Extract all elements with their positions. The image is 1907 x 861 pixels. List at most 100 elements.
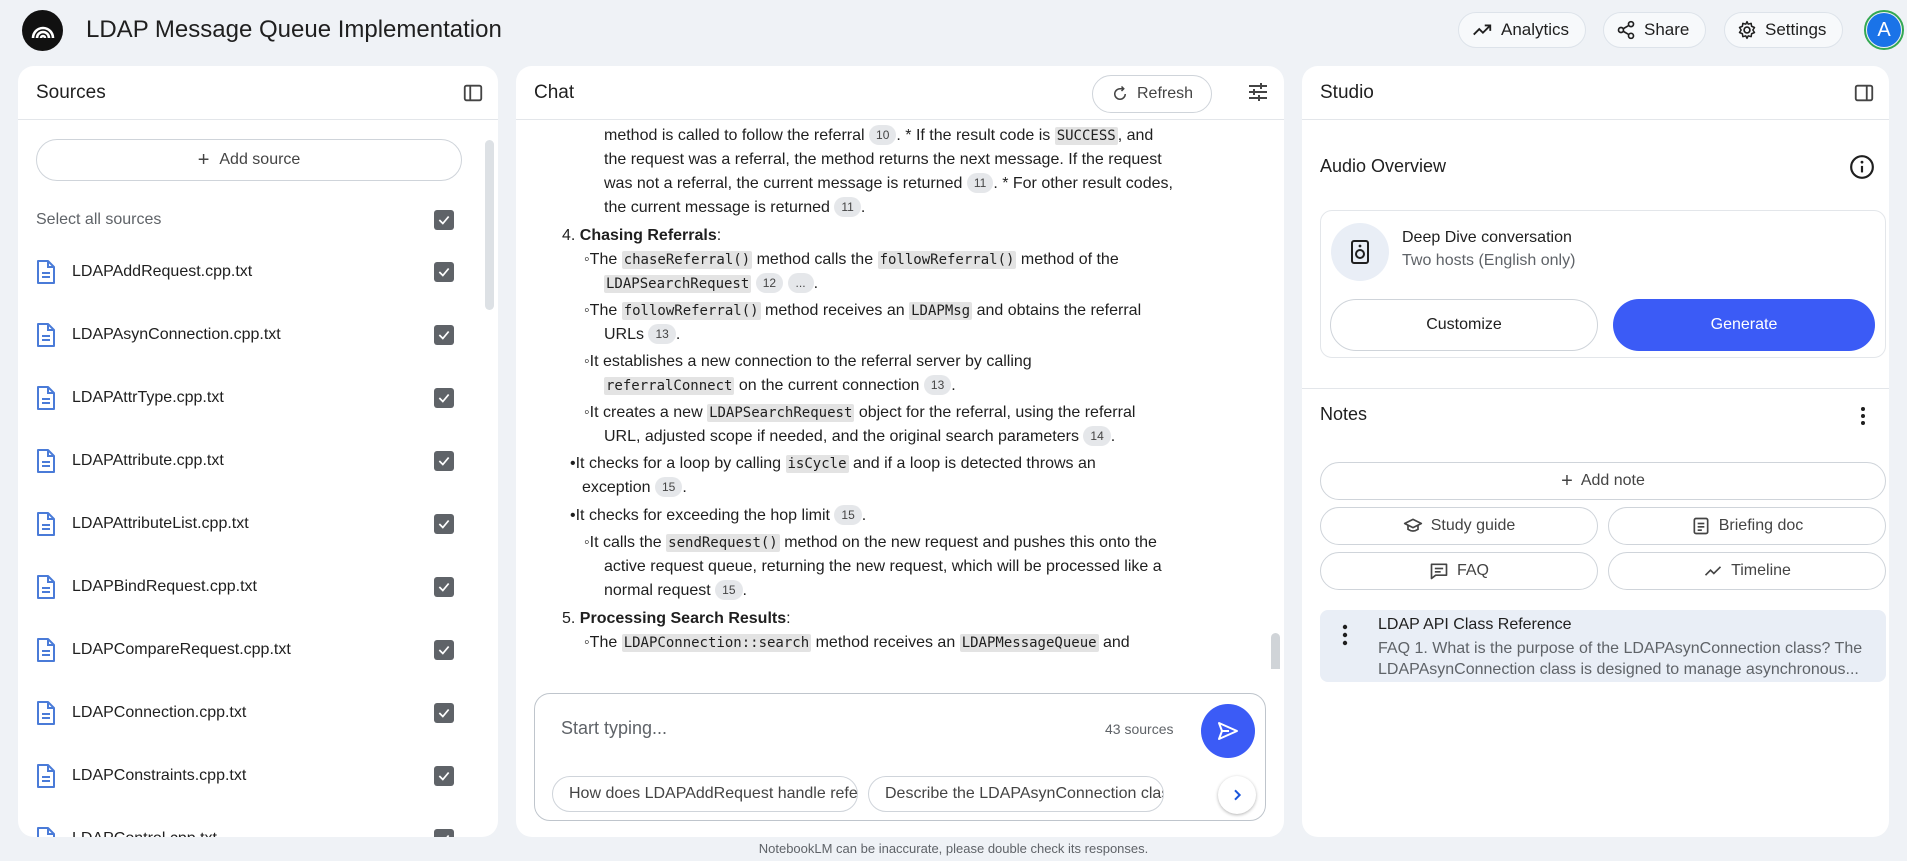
citation-chip[interactable]: 11 — [834, 197, 861, 217]
source-name: LDAPConstraints.cpp.txt — [72, 766, 247, 784]
citation-chip[interactable]: 15 — [715, 580, 743, 600]
inline-code: followReferral() — [877, 251, 1017, 269]
source-name: LDAPAttribute.cpp.txt — [72, 451, 224, 469]
audio-name: Deep Dive conversation — [1402, 229, 1572, 246]
document-icon — [37, 826, 55, 837]
analytics-button[interactable]: Analytics — [1458, 12, 1587, 48]
add-note-button[interactable]: + Add note — [1320, 462, 1886, 500]
source-item[interactable]: LDAPBindRequest.cpp.txt — [18, 555, 480, 618]
text: method calls the — [756, 251, 874, 268]
source-item[interactable]: LDAPControl.cpp.txt — [18, 807, 480, 837]
source-checkbox[interactable] — [434, 702, 454, 723]
tune-icon[interactable] — [1246, 80, 1270, 104]
document-icon — [37, 700, 55, 725]
response-line: referralConnect on the current connectio… — [604, 374, 956, 399]
select-all-checkbox[interactable] — [434, 210, 454, 230]
share-button[interactable]: Share — [1603, 12, 1707, 48]
citation-chip[interactable]: 15 — [654, 477, 683, 497]
source-item[interactable]: LDAPAddRequest.cpp.txt — [18, 240, 480, 303]
source-item[interactable]: LDAPConstraints.cpp.txt — [18, 744, 480, 807]
timeline-button[interactable]: Timeline — [1608, 552, 1886, 590]
more-vert-icon[interactable] — [1342, 624, 1348, 646]
source-checkbox[interactable] — [434, 639, 454, 660]
next-suggestions-button[interactable] — [1218, 776, 1256, 814]
collapse-panel-icon[interactable] — [462, 82, 484, 104]
info-icon[interactable] — [1849, 154, 1875, 180]
notebook-title[interactable]: LDAP Message Queue Implementation — [86, 16, 502, 44]
chat-scrollbar[interactable] — [1271, 633, 1280, 669]
response-line: •It checks for a loop by calling isCycle… — [570, 455, 1096, 473]
response-line: ◦It establishes a new connection to the … — [584, 353, 1032, 370]
study-guide-button[interactable]: Study guide — [1320, 507, 1598, 545]
inline-code: chaseReferral() — [621, 251, 753, 269]
citation-more-chip[interactable]: ... — [787, 273, 814, 293]
source-item[interactable]: LDAPAsynConnection.cpp.txt — [18, 303, 480, 366]
source-checkbox[interactable] — [434, 513, 454, 534]
suggestion-chip[interactable]: Describe the LDAPAsynConnection class. — [868, 776, 1164, 812]
citation-chip[interactable]: 10 — [869, 125, 897, 145]
text: URL, adjusted scope if needed, and the o… — [604, 428, 1079, 445]
response-line: the request was a referral, the method r… — [604, 151, 1162, 168]
source-checkbox[interactable] — [434, 387, 454, 408]
source-item[interactable]: LDAPAttributeList.cpp.txt — [18, 492, 480, 555]
speaker-icon — [1331, 223, 1389, 281]
audio-overview-card: Deep Dive conversation Two hosts (Englis… — [1320, 210, 1886, 358]
citation-chip[interactable]: 12 — [755, 273, 784, 293]
text: the current message is returned — [604, 199, 830, 216]
source-checkbox[interactable] — [434, 450, 454, 471]
collapse-panel-icon[interactable] — [1853, 82, 1875, 104]
source-item[interactable]: LDAPCompareRequest.cpp.txt — [18, 618, 480, 681]
audio-overview-title: Audio Overview — [1320, 156, 1447, 176]
studio-title: Studio — [1320, 81, 1374, 103]
chat-input[interactable] — [561, 718, 1081, 739]
source-checkbox[interactable] — [434, 576, 454, 597]
settings-button[interactable]: Settings — [1724, 12, 1844, 48]
text: It creates a new — [589, 404, 703, 421]
response-line: URLs 13. — [604, 323, 680, 348]
list-number: 5. — [562, 610, 576, 627]
text: . — [675, 326, 681, 343]
briefing-doc-button[interactable]: Briefing doc — [1608, 507, 1886, 545]
studio-panel: Studio Audio Overview Deep Dive conversa… — [1302, 66, 1889, 837]
sources-title: Sources — [36, 81, 106, 103]
account-avatar[interactable]: A — [1864, 10, 1904, 50]
source-left: LDAPAttributeList.cpp.txt — [36, 511, 249, 536]
refresh-button[interactable]: Refresh — [1092, 75, 1212, 113]
send-button[interactable] — [1201, 704, 1255, 758]
text: . — [951, 377, 956, 394]
suggestion-chip[interactable]: How does LDAPAddRequest handle referrals… — [552, 776, 858, 812]
document-icon — [37, 637, 55, 662]
source-checkbox[interactable] — [434, 765, 454, 786]
response-line: ◦The followReferral() method receives an… — [584, 302, 1142, 320]
divider — [1302, 388, 1889, 389]
generate-button[interactable]: Generate — [1613, 299, 1875, 351]
source-checkbox[interactable] — [434, 261, 454, 282]
response-line: method is called to follow the referral … — [604, 124, 1153, 149]
text: URLs — [604, 326, 645, 343]
citation-chip[interactable]: 13 — [923, 375, 952, 395]
source-item[interactable]: LDAPConnection.cpp.txt — [18, 681, 480, 744]
more-vert-icon[interactable] — [1851, 404, 1875, 428]
text: : — [786, 610, 791, 627]
citation-chip[interactable]: 11 — [966, 173, 994, 193]
source-item[interactable]: LDAPAttrType.cpp.txt — [18, 366, 480, 429]
customize-button[interactable]: Customize — [1330, 299, 1598, 351]
note-card[interactable]: LDAP API Class Reference FAQ 1. What is … — [1320, 610, 1886, 682]
faq-button[interactable]: FAQ — [1320, 552, 1598, 590]
citation-chip[interactable]: 14 — [1083, 426, 1111, 446]
document-icon — [37, 322, 55, 347]
notebooklm-logo-icon[interactable] — [22, 10, 63, 51]
response-line: •It checks for exceeding the hop limit 1… — [570, 505, 867, 525]
text: . * If the result code is — [896, 127, 1051, 144]
select-all-sources[interactable]: Select all sources — [36, 200, 462, 240]
source-checkbox[interactable] — [434, 324, 454, 345]
sources-scrollbar[interactable] — [485, 140, 494, 310]
source-checkbox[interactable] — [434, 828, 454, 837]
inline-code: sendRequest() — [666, 534, 780, 552]
source-item[interactable]: LDAPAttribute.cpp.txt — [18, 429, 480, 492]
analytics-label: Analytics — [1501, 20, 1570, 39]
citation-chip[interactable]: 13 — [648, 324, 676, 344]
citation-chip[interactable]: 15 — [834, 505, 862, 525]
add-source-button[interactable]: + Add source — [36, 139, 462, 181]
text: , and — [1117, 127, 1154, 144]
